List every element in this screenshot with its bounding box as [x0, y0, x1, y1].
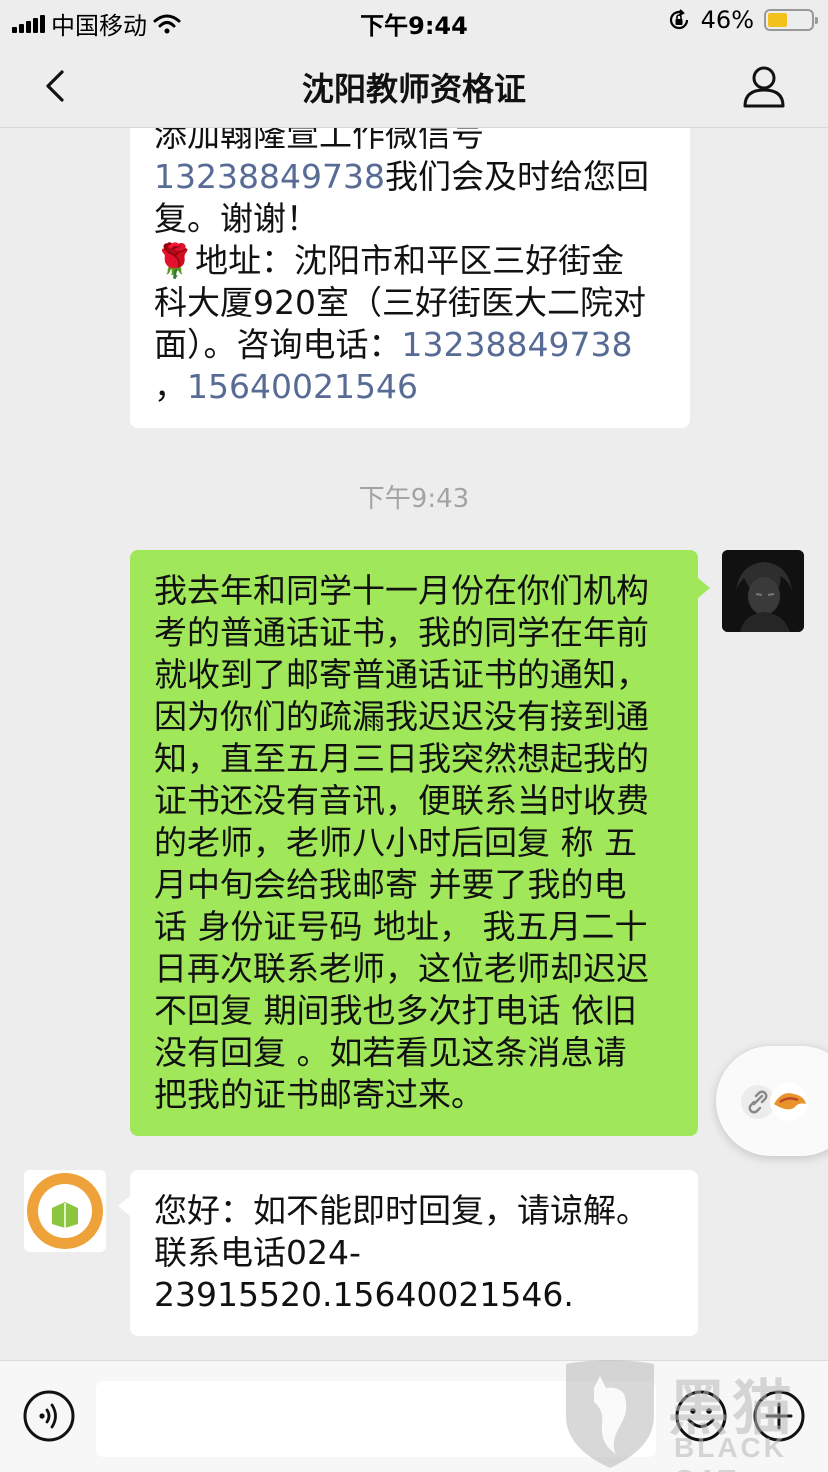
message-line: 联系电话024- [154, 1233, 361, 1272]
phone-link[interactable]: 15640021546 [187, 367, 418, 406]
input-bar [0, 1360, 828, 1472]
message-line: 添加翰隆萱工作微信号 [154, 128, 484, 154]
message-line: 没有回复 。如若看见这条消息请 [154, 1033, 627, 1072]
message-line: 科大厦920室（三好街医大二院对 [154, 283, 646, 322]
message-line: 的老师，老师八小时后回复 称 五 [154, 823, 637, 862]
message-line: 我去年和同学十一月份在你们机构 [154, 571, 649, 610]
message-line: 复。谢谢！ [154, 199, 319, 238]
message-line: 🌹地址：沈阳市和平区三好街金 [154, 241, 625, 280]
message-timestamp: 下午9:43 [358, 484, 470, 514]
battery-percent: 46% [700, 6, 754, 34]
message-line: 面）。咨询电话：13238849738 [154, 325, 633, 364]
outgoing-message-complaint[interactable]: 我去年和同学十一月份在你们机构 考的普通话证书，我的同学在年前 就收到了邮寄普通话证… [130, 550, 710, 1136]
emoji-icon[interactable] [674, 1389, 728, 1443]
message-line: 因为你们的疏漏我迟迟没有接到通 [154, 697, 649, 736]
battery-icon [764, 9, 818, 31]
orientation-lock-icon [669, 9, 688, 30]
message-line: 就收到了邮寄普通话证书的通知， [154, 655, 649, 694]
message-body: 我去年和同学十一月份在你们机构 考的普通话证书，我的同学在年前 就收到了邮寄普通话证… [154, 570, 674, 1116]
phone-link[interactable]: 13238849738 [154, 157, 385, 196]
profile-icon[interactable] [740, 62, 788, 110]
school-logo-icon [24, 1170, 106, 1252]
message-line: 日再次联系老师，这位老师却迟迟 [154, 949, 649, 988]
message-line: 23915520.15640021546. [154, 1275, 574, 1314]
message-line: 您好：如不能即时回复，请谅解。 [154, 1191, 649, 1230]
message-line: 考的普通话证书，我的同学在年前 [154, 613, 649, 652]
message-line: 知，直至五月三日我突然想起我的 [154, 739, 649, 778]
message-line: 证书还没有音讯，便联系当时收费 [154, 781, 649, 820]
message-line: 月中旬会给我邮寄 并要了我的电 [154, 865, 627, 904]
phone-link[interactable]: 13238849738 [402, 325, 633, 364]
chat-area[interactable]: 添加翰隆萱工作微信号 13238849738我们会及时给您回 复。谢谢！ 🌹地址… [0, 128, 828, 1360]
voice-input-icon[interactable] [22, 1389, 76, 1443]
message-line: 话 身份证号码 地址， 我五月二十 [154, 907, 648, 946]
status-bar: 中国移动 下午9:44 46% [0, 0, 828, 44]
chat-header: 沈阳教师资格证 [0, 44, 828, 128]
school-avatar[interactable] [24, 1170, 106, 1252]
chat-title: 沈阳教师资格证 [301, 70, 526, 108]
message-line: 把我的证书邮寄过来。 [154, 1075, 484, 1114]
rose-emoji-icon: 🌹 [154, 241, 196, 280]
mini-app-icon [770, 1083, 808, 1121]
user-avatar[interactable] [722, 550, 804, 632]
floating-window-widget[interactable] [716, 1046, 828, 1156]
incoming-message-address[interactable]: 添加翰隆萱工作微信号 13238849738我们会及时给您回 复。谢谢！ 🌹地址… [130, 128, 690, 428]
user-avatar-image [722, 550, 804, 632]
message-line: 13238849738我们会及时给您回 [154, 157, 649, 196]
message-line: ，15640021546 [154, 367, 418, 406]
more-plus-icon[interactable] [752, 1389, 806, 1443]
incoming-message-autoreply[interactable]: 您好：如不能即时回复，请谅解。 联系电话024- 23915520.156400… [118, 1170, 698, 1336]
message-input[interactable] [96, 1381, 656, 1457]
message-line: 不回复 期间我也多次打电话 依旧 [154, 991, 637, 1030]
status-right: 46% [667, 6, 818, 34]
